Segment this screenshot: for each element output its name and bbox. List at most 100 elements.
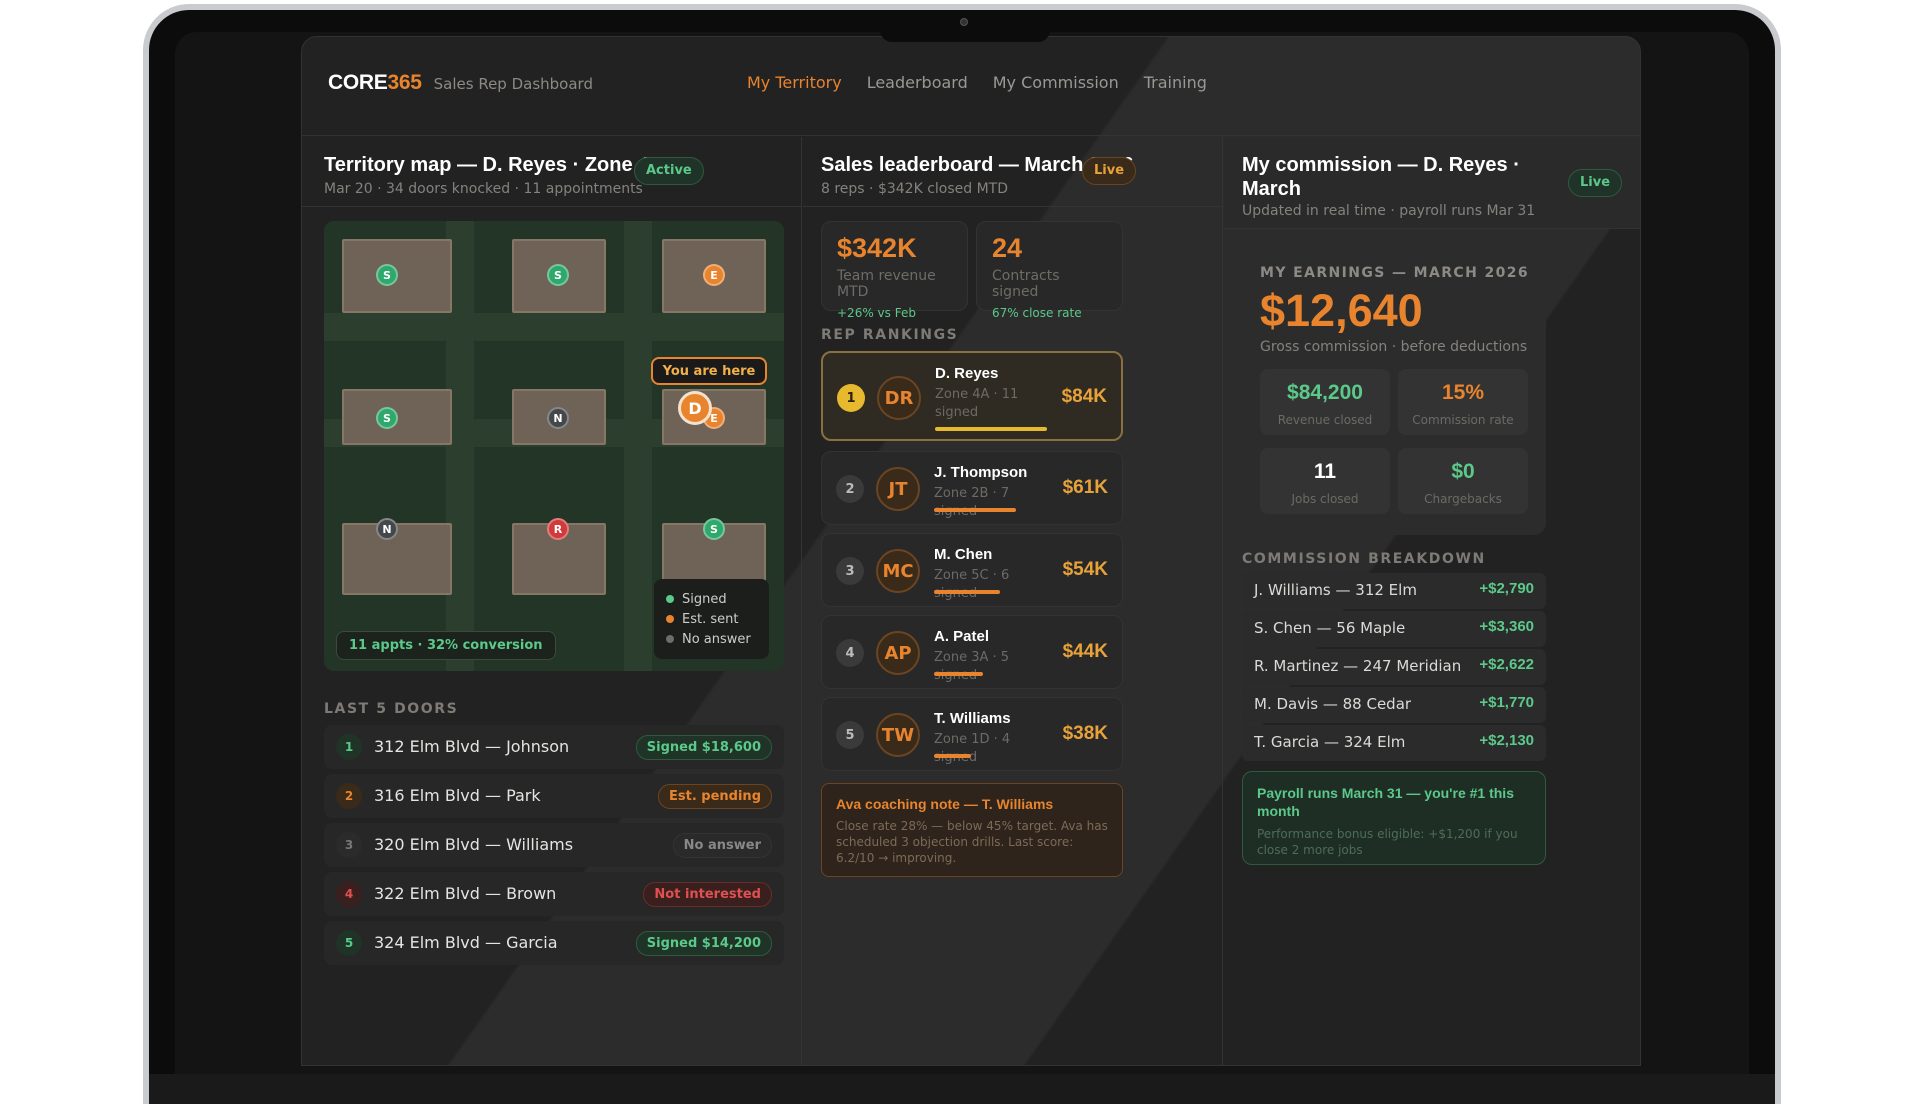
doors-section-label: LAST 5 DOORS xyxy=(324,701,459,717)
avatar: DR xyxy=(877,376,921,420)
rep-name: T. Williams xyxy=(934,710,1011,727)
door-list-item[interactable]: 5 324 Elm Blvd — Garcia Signed $14,200 xyxy=(324,921,784,965)
earnings-value: $12,640 xyxy=(1260,285,1423,336)
door-list-item[interactable]: 3 320 Elm Blvd — Williams No answer xyxy=(324,823,784,867)
breakdown-section-label: COMMISSION BREAKDOWN xyxy=(1242,551,1486,567)
door-status-badge: Est. pending xyxy=(658,784,772,809)
door-address: 316 Elm Blvd — Park xyxy=(374,786,541,805)
territory-panel: Territory map — D. Reyes · Zone 4A Mar 2… xyxy=(302,137,802,1065)
nav-my-commission[interactable]: My Commission xyxy=(993,73,1119,92)
coaching-note-title: Ava coaching note — T. Williams xyxy=(836,796,1054,812)
territory-title: Territory map — D. Reyes · Zone 4A xyxy=(324,154,664,176)
door-number: 3 xyxy=(336,832,362,858)
door-marker-no-answer[interactable]: N xyxy=(376,518,398,540)
door-marker-no-answer[interactable]: N xyxy=(547,407,569,429)
nav-training[interactable]: Training xyxy=(1144,73,1207,92)
legend-item: Est. sent xyxy=(666,609,769,629)
commission-row[interactable]: J. Williams — 312 Elm +$2,790 xyxy=(1242,573,1546,609)
territory-header: Territory map — D. Reyes · Zone 4A Mar 2… xyxy=(302,137,801,207)
commission-row[interactable]: R. Martinez — 247 Meridian +$2,622 xyxy=(1242,649,1546,685)
earnings-card: MY EARNINGS — MARCH 2026 $12,640 Gross c… xyxy=(1242,243,1546,535)
door-address: 320 Elm Blvd — Williams xyxy=(374,835,574,854)
door-marker-signed[interactable]: S xyxy=(376,264,398,286)
earnings-label: MY EARNINGS — MARCH 2026 xyxy=(1260,265,1530,281)
rep-zone: Zone 4A · 11 signed xyxy=(935,387,1019,420)
door-marker-signed[interactable]: S xyxy=(703,518,725,540)
rep-zone: Zone 1D · 4 signed xyxy=(934,732,1011,765)
brand: CORE365 Sales Rep Dashboard xyxy=(328,71,593,95)
commission-subtitle: Updated in real time · payroll runs Mar … xyxy=(1242,203,1536,219)
payroll-notice[interactable]: Payroll runs March 31 — you're #1 this m… xyxy=(1242,771,1546,865)
stat-jobs-closed: 11 Jobs closed xyxy=(1260,448,1390,514)
avatar: MC xyxy=(876,549,920,593)
commission-panel: My commission — D. Reyes · March Updated… xyxy=(1224,137,1640,1065)
rank-badge: 1 xyxy=(837,384,865,412)
rep-card[interactable]: 1 DR D. Reyes Zone 4A · 11 signed $84K xyxy=(821,351,1123,441)
coaching-note[interactable]: Ava coaching note — T. Williams Close ra… xyxy=(821,783,1123,877)
rep-amount: $84K xyxy=(1061,386,1107,407)
legend-dot-icon xyxy=(666,635,674,643)
commission-row[interactable]: S. Chen — 56 Maple +$3,360 xyxy=(1242,611,1546,647)
you-are-here-label: You are here xyxy=(651,357,767,385)
rep-card[interactable]: 3 MC M. Chen Zone 5C · 6 signed $54K xyxy=(821,533,1123,607)
stat-commission-rate: 15% Commission rate xyxy=(1398,369,1528,435)
door-address: 312 Elm Blvd — Johnson xyxy=(374,737,570,756)
door-list-item[interactable]: 1 312 Elm Blvd — Johnson Signed $18,600 xyxy=(324,725,784,769)
rep-amount: $38K xyxy=(1062,723,1108,744)
commission-row[interactable]: M. Davis — 88 Cedar +$1,770 xyxy=(1242,687,1546,723)
territory-subtitle: Mar 20 · 34 doors knocked · 11 appointme… xyxy=(324,181,643,197)
door-marker-signed[interactable]: S xyxy=(376,407,398,429)
map-road xyxy=(324,313,784,341)
rep-progress-bar xyxy=(935,427,1047,431)
door-list-item[interactable]: 2 316 Elm Blvd — Park Est. pending xyxy=(324,774,784,818)
top-bar: CORE365 Sales Rep Dashboard My Territory… xyxy=(302,37,1640,136)
door-marker-signed[interactable]: S xyxy=(547,264,569,286)
nav-leaderboard[interactable]: Leaderboard xyxy=(867,73,968,92)
screen-bezel: CORE365 Sales Rep Dashboard My Territory… xyxy=(149,10,1775,1104)
rep-zone: Zone 3A · 5 signed xyxy=(934,650,1010,683)
rep-zone: Zone 2B · 7 signed xyxy=(934,486,1010,519)
door-number: 1 xyxy=(336,734,362,760)
camera-icon xyxy=(960,18,968,26)
leaderboard-header: Sales leaderboard — March 2026 8 reps · … xyxy=(803,137,1222,207)
avatar: JT xyxy=(876,467,920,511)
dashboard-app: CORE365 Sales Rep Dashboard My Territory… xyxy=(301,36,1641,1066)
laptop-frame: CORE365 Sales Rep Dashboard My Territory… xyxy=(143,4,1781,1104)
door-marker-rejected[interactable]: R xyxy=(547,518,569,540)
rep-card[interactable]: 2 JT J. Thompson Zone 2B · 7 signed $61K xyxy=(821,451,1123,525)
nav-my-territory[interactable]: My Territory xyxy=(747,73,842,92)
avatar: AP xyxy=(876,631,920,675)
camera-notch xyxy=(880,10,1050,42)
rep-card[interactable]: 4 AP A. Patel Zone 3A · 5 signed $44K xyxy=(821,615,1123,689)
coaching-note-body: Close rate 28% — below 45% target. Ava h… xyxy=(836,819,1108,865)
house-lot[interactable] xyxy=(342,523,452,595)
legend-dot-icon xyxy=(666,595,674,603)
door-marker-estimate[interactable]: E xyxy=(703,264,725,286)
rep-name: D. Reyes xyxy=(935,365,999,382)
door-address: 322 Elm Blvd — Brown xyxy=(374,884,557,903)
door-list-item[interactable]: 4 322 Elm Blvd — Brown Not interested xyxy=(324,872,784,916)
rep-progress-bar xyxy=(934,590,1000,594)
rep-card[interactable]: 5 TW T. Williams Zone 1D · 4 signed $38K xyxy=(821,697,1123,771)
earnings-subtitle: Gross commission · before deductions xyxy=(1260,339,1528,355)
rep-amount: $44K xyxy=(1062,641,1108,662)
main-nav: My Territory Leaderboard My Commission T… xyxy=(747,73,1207,92)
rankings-section-label: REP RANKINGS xyxy=(821,327,959,343)
commission-live-badge: Live xyxy=(1568,169,1623,197)
payroll-title: Payroll runs March 31 — you're #1 this m… xyxy=(1257,785,1514,819)
kpi-card-revenue: $342K Team revenue MTD +26% vs Feb xyxy=(821,221,968,320)
rank-badge: 5 xyxy=(836,721,864,749)
territory-map[interactable]: S S E S N E N R S You are here D Signed xyxy=(324,221,784,671)
legend-dot-icon xyxy=(666,615,674,623)
header-action-button[interactable] xyxy=(1394,57,1604,111)
rank-badge: 4 xyxy=(836,639,864,667)
logo[interactable]: CORE365 xyxy=(328,71,422,95)
map-legend: Signed Est. sent No answer xyxy=(654,579,769,659)
app-subtitle: Sales Rep Dashboard xyxy=(433,75,593,93)
commission-row[interactable]: T. Garcia — 324 Elm +$2,130 xyxy=(1242,725,1546,761)
rep-name: A. Patel xyxy=(934,628,990,645)
current-location-pin[interactable]: D xyxy=(678,391,712,425)
door-status-badge: Not interested xyxy=(643,882,772,907)
rep-progress-bar xyxy=(934,508,1016,512)
payroll-body: Performance bonus eligible: +$1,200 if y… xyxy=(1257,827,1518,857)
